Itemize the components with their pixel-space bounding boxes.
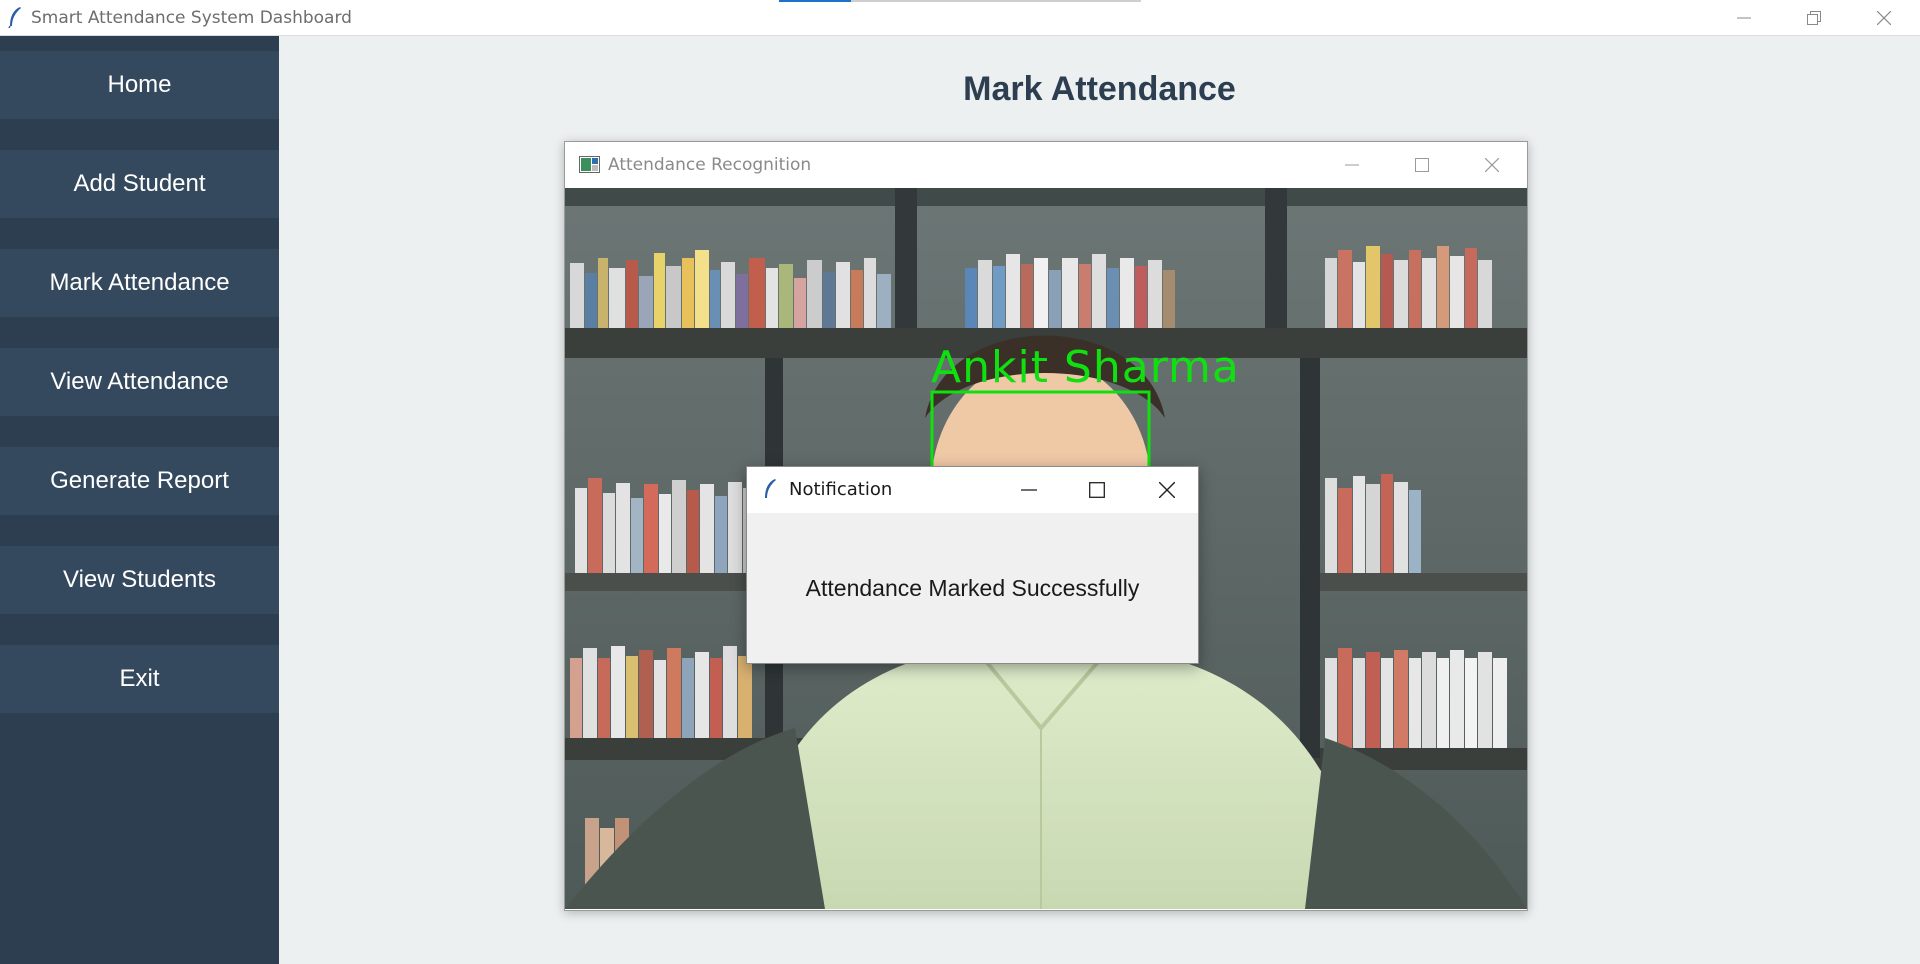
restore-button[interactable] (1779, 0, 1849, 35)
close-icon (1159, 482, 1175, 498)
notification-maximize-button[interactable] (1067, 467, 1127, 513)
notification-message: Attendance Marked Successfully (805, 575, 1140, 601)
minimize-icon (1021, 489, 1037, 491)
window-titlebar: Smart Attendance System Dashboard (0, 0, 1920, 36)
maximize-icon (1415, 158, 1429, 172)
sidebar-item-generate-report[interactable]: Generate Report (0, 447, 279, 515)
page-title: Mark Attendance (963, 70, 1236, 108)
feather-app-icon (8, 7, 21, 28)
minimize-button[interactable] (1709, 0, 1779, 35)
minimize-icon (1737, 17, 1751, 18)
recognition-maximize-button[interactable] (1387, 142, 1457, 188)
restore-icon (1807, 10, 1821, 25)
sidebar-item-mark-attendance[interactable]: Mark Attendance (0, 249, 279, 317)
notification-minimize-button[interactable] (999, 467, 1059, 513)
notification-close-button[interactable] (1137, 467, 1197, 513)
maximize-icon (1089, 482, 1105, 498)
notification-titlebar[interactable]: Notification (747, 467, 1198, 513)
feather-app-icon (765, 479, 776, 498)
recognition-close-button[interactable] (1457, 142, 1527, 188)
close-button[interactable] (1849, 0, 1919, 35)
sidebar-item-exit[interactable]: Exit (0, 645, 279, 713)
minimize-icon (1345, 164, 1359, 166)
sidebar-item-home[interactable]: Home (0, 51, 279, 119)
notification-dialog[interactable]: Notification Attendance Marked Successfu… (746, 466, 1199, 664)
close-icon (1877, 10, 1891, 25)
sidebar-item-view-attendance[interactable]: View Attendance (0, 348, 279, 416)
recognition-window-title: Attendance Recognition (608, 155, 812, 175)
progress-indicator (779, 0, 1141, 2)
sidebar-item-add-student[interactable]: Add Student (0, 150, 279, 218)
sidebar-item-view-students[interactable]: View Students (0, 546, 279, 614)
camera-window-icon (579, 156, 600, 173)
notification-title: Notification (789, 479, 893, 500)
recognition-minimize-button[interactable] (1317, 142, 1387, 188)
detected-name-label: Ankit Sharma (931, 342, 1240, 393)
window-title: Smart Attendance System Dashboard (31, 8, 352, 28)
recognition-titlebar[interactable]: Attendance Recognition (565, 142, 1527, 188)
close-icon (1485, 158, 1499, 172)
